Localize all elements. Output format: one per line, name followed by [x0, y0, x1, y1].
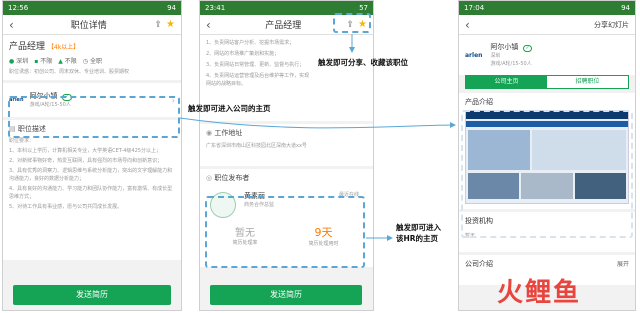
- cap-icon: ▲: [58, 58, 63, 65]
- desc-line: 5、对待工作具有事业感，愿与公司共同成长发展。: [9, 204, 123, 210]
- back-icon[interactable]: ‹: [465, 18, 479, 32]
- back-icon[interactable]: ‹: [206, 18, 220, 32]
- publisher-header: 职位发布者: [214, 174, 250, 182]
- send-resume-button[interactable]: 发送简历: [13, 285, 171, 305]
- person-icon: ◎: [206, 174, 213, 182]
- status-battery: 94: [167, 4, 176, 12]
- status-time: 23:41: [205, 4, 226, 12]
- duty-line: 4、负责网站运营管理及后台维护等工作，实现网站的战略目标。: [206, 73, 310, 87]
- work-address: ◉ 工作地址 广东省深圳市南山区科技园北区深南大道xx号: [200, 124, 373, 166]
- company-header: arlen 阿尔小镇 ✓ 深圳 游戏/A轮/15-50人: [459, 35, 635, 75]
- highlight-publisher: [205, 196, 365, 268]
- benefits: 职位诱惑：初创公司、周末双休、专业培训、股票期权: [9, 69, 130, 75]
- annotation-company: 触发即可进入公司的主页: [188, 104, 271, 113]
- highlight-company-page: [461, 110, 633, 238]
- case-icon: ▪: [34, 58, 39, 65]
- intro-header: 产品介绍: [465, 98, 493, 106]
- share-icon[interactable]: ⇪: [154, 20, 162, 30]
- company-city: 深圳: [490, 53, 501, 59]
- nav-bar: ‹ 职位详情 ⇪ ★: [3, 15, 181, 35]
- location-icon: ◉: [206, 129, 213, 137]
- status-bar: 12:56 94: [3, 1, 181, 15]
- back-icon[interactable]: ‹: [9, 18, 23, 32]
- job-tags: ● 深圳 ▪ 不限 ▲ 不限 ◷ 全职: [9, 56, 175, 65]
- location-tag: ● 深圳: [9, 58, 29, 65]
- send-resume-button[interactable]: 发送简历: [210, 285, 362, 305]
- duty-line: 1、负责网站客户分析、挖掘市场需求；: [206, 40, 295, 46]
- highlight-share-star: [333, 13, 371, 33]
- company-name: 阿尔小镇: [490, 43, 519, 51]
- education-tag: ▲ 不限: [58, 58, 77, 65]
- status-battery: 57: [359, 4, 368, 12]
- phone-job-detail: 12:56 94 ‹ 职位详情 ⇪ ★ 产品经理 【4k以上】 ● 深圳 ▪ 不…: [2, 0, 182, 311]
- status-bar: 17:04 94: [459, 1, 635, 15]
- tab-jobs[interactable]: 招聘职位: [547, 76, 628, 88]
- highlight-company-card: [8, 96, 180, 138]
- company-logo: arlen: [465, 51, 483, 59]
- page-title: 职位详情: [70, 21, 107, 31]
- watermark-logo: 火鲤鱼: [497, 278, 582, 308]
- duty-line: 3、负责网站日常管理、更新、监督与执行；: [206, 62, 305, 68]
- duty-line: 2、网站的市场推广策划和实施；: [206, 51, 280, 57]
- company-tabs: 公司主页 招聘职位: [465, 75, 629, 89]
- annotation-hr: 触发即可进入该HR的主页: [396, 223, 441, 243]
- desc-line: 职位要求：: [9, 138, 35, 144]
- nav-bar: ‹ 分享幻灯片: [459, 15, 635, 35]
- company-sub: 游戏/A轮/15-50人: [490, 61, 532, 67]
- location-icon: ●: [9, 58, 15, 65]
- clock-icon: ◷: [82, 58, 89, 65]
- experience-tag: ▪ 不限: [34, 58, 53, 65]
- company-intro-header: 公司介绍: [465, 260, 493, 268]
- star-icon[interactable]: ★: [166, 19, 175, 30]
- tab-company-home[interactable]: 公司主页: [466, 76, 547, 88]
- status-battery: 94: [621, 4, 630, 12]
- address-text: 广东省深圳市南山区科技园北区深南大道xx号: [206, 143, 307, 149]
- job-description: ▤ 职位描述 职位要求： 1、本科以上学历，计算机相关专业，大学英语CET-4级…: [3, 120, 181, 260]
- share-slides-button[interactable]: 分享幻灯片: [594, 20, 629, 30]
- job-header: 产品经理 【4k以上】 ● 深圳 ▪ 不限 ▲ 不限 ◷ 全职 职位诱惑：初创公…: [3, 35, 181, 80]
- jobtype-tag: ◷ 全职: [82, 58, 102, 65]
- job-title: 产品经理: [9, 42, 46, 52]
- verified-badge: ✓: [522, 45, 533, 52]
- desc-line: 2、对新鲜事物好奇，热爱互联网，具有强烈的市场导向和创新意识；: [9, 158, 163, 164]
- desc-line: 3、具有优秀的洞察力、逻辑思维与系统分析能力，突出的文字理解能力和沟通能力，良好…: [9, 168, 173, 182]
- expand-link[interactable]: 展开: [617, 259, 629, 281]
- desc-line: 1、本科以上学历，计算机相关专业，大学英语CET-4级425分以上；: [9, 148, 161, 154]
- status-time: 12:56: [8, 4, 29, 12]
- status-time: 17:04: [464, 4, 485, 12]
- salary: 【4k以上】: [47, 44, 80, 51]
- desc-line: 4、具有良好的沟通能力、学习能力和团队协作能力，富有激情、有成长型思维方式；: [9, 186, 173, 200]
- annotation-share: 触发即可分享、收藏该职位: [318, 58, 408, 67]
- address-header: 工作地址: [214, 129, 243, 137]
- page-title: 产品经理: [265, 21, 302, 31]
